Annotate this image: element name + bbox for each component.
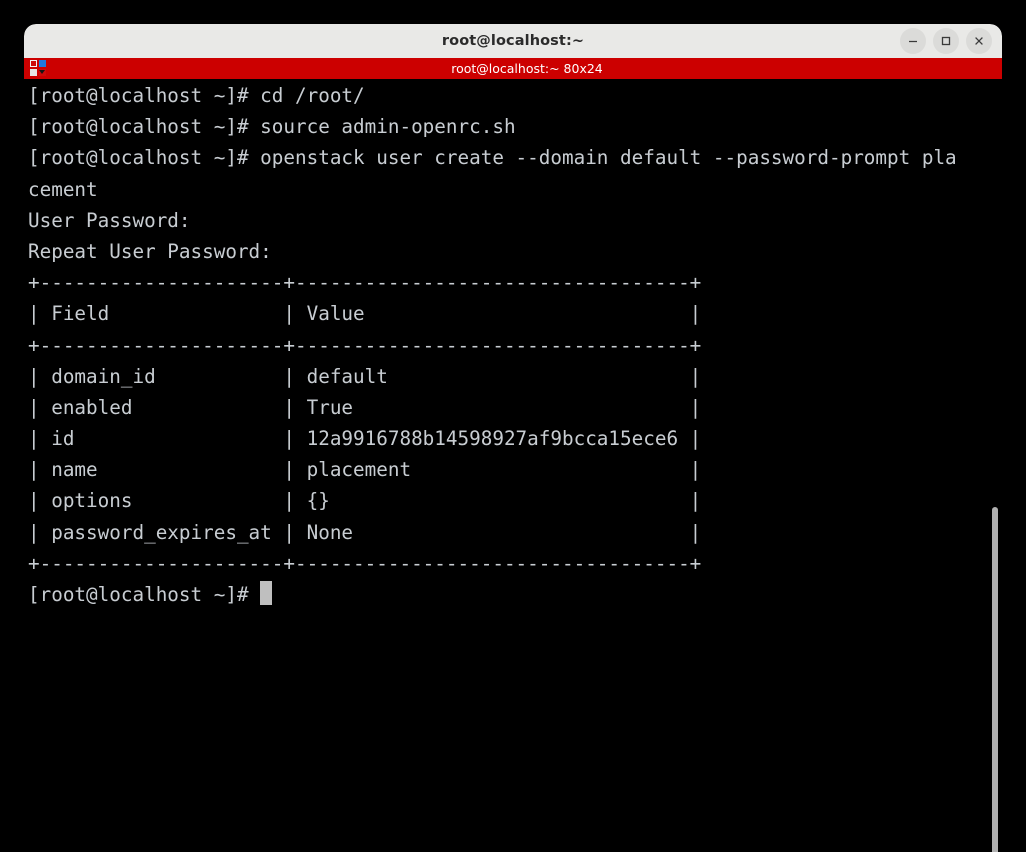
terminal-prompt-line: [root@localhost ~]# bbox=[28, 579, 1002, 610]
terminal-line: | Field | Value | bbox=[28, 302, 702, 326]
terminal-line: [root@localhost ~]# openstack user creat… bbox=[28, 146, 957, 170]
screen-root: root@localhost:~ root@localhost:~ 80x24 … bbox=[0, 0, 1026, 852]
terminal-line: | options | {} | bbox=[28, 489, 702, 513]
close-icon bbox=[975, 37, 983, 45]
terminal-line: | name | placement | bbox=[28, 458, 702, 482]
window-titlebar[interactable]: root@localhost:~ bbox=[24, 24, 1002, 58]
terminal-line: [root@localhost ~]# cd /root/ bbox=[28, 84, 365, 107]
terminal-line: [root@localhost ~]# source admin-openrc.… bbox=[28, 115, 516, 139]
tab-list-icon-square-bl bbox=[30, 69, 37, 76]
tab-bar[interactable]: root@localhost:~ 80x24 bbox=[24, 58, 1002, 79]
terminal-line: | domain_id | default | bbox=[28, 364, 702, 388]
terminal-line: +---------------------+-----------------… bbox=[28, 271, 702, 295]
minimize-icon bbox=[909, 40, 917, 43]
scrollbar[interactable] bbox=[991, 79, 999, 852]
terminal-line: cement bbox=[28, 177, 98, 201]
tab-list-icon-square-tl bbox=[30, 60, 37, 67]
maximize-icon bbox=[941, 36, 951, 46]
minimize-button[interactable] bbox=[900, 28, 926, 54]
scrollbar-thumb[interactable] bbox=[992, 507, 998, 852]
terminal-line: +---------------------+-----------------… bbox=[28, 333, 702, 357]
terminal-screen[interactable]: [root@localhost ~]# cd /root/ [root@local… bbox=[28, 80, 1002, 852]
terminal-line: +---------------------+-----------------… bbox=[28, 551, 702, 575]
maximize-button[interactable] bbox=[933, 28, 959, 54]
tab-label: root@localhost:~ 80x24 bbox=[451, 61, 603, 76]
terminal-prompt: [root@localhost ~]# bbox=[28, 583, 261, 606]
terminal-cursor bbox=[260, 581, 273, 605]
terminal-line: Repeat User Password: bbox=[28, 239, 272, 263]
terminal-line: User Password: bbox=[28, 208, 191, 232]
terminal-line: | password_expires_at | None | bbox=[28, 520, 702, 544]
terminal-line: | id | 12a9916788b14598927af9bcca15ece6 … bbox=[28, 427, 702, 451]
tab-list-icon[interactable] bbox=[30, 60, 47, 77]
chevron-down-icon bbox=[39, 70, 45, 74]
window-controls bbox=[900, 24, 992, 58]
tab-list-icon-square-tr bbox=[39, 60, 46, 67]
close-button[interactable] bbox=[966, 28, 992, 54]
terminal-window: root@localhost:~ root@localhost:~ 80x24 … bbox=[24, 24, 1002, 852]
terminal-body[interactable]: [root@localhost ~]# cd /root/ [root@local… bbox=[24, 79, 1002, 852]
terminal-line: | enabled | True | bbox=[28, 395, 702, 419]
window-title: root@localhost:~ bbox=[441, 33, 585, 49]
